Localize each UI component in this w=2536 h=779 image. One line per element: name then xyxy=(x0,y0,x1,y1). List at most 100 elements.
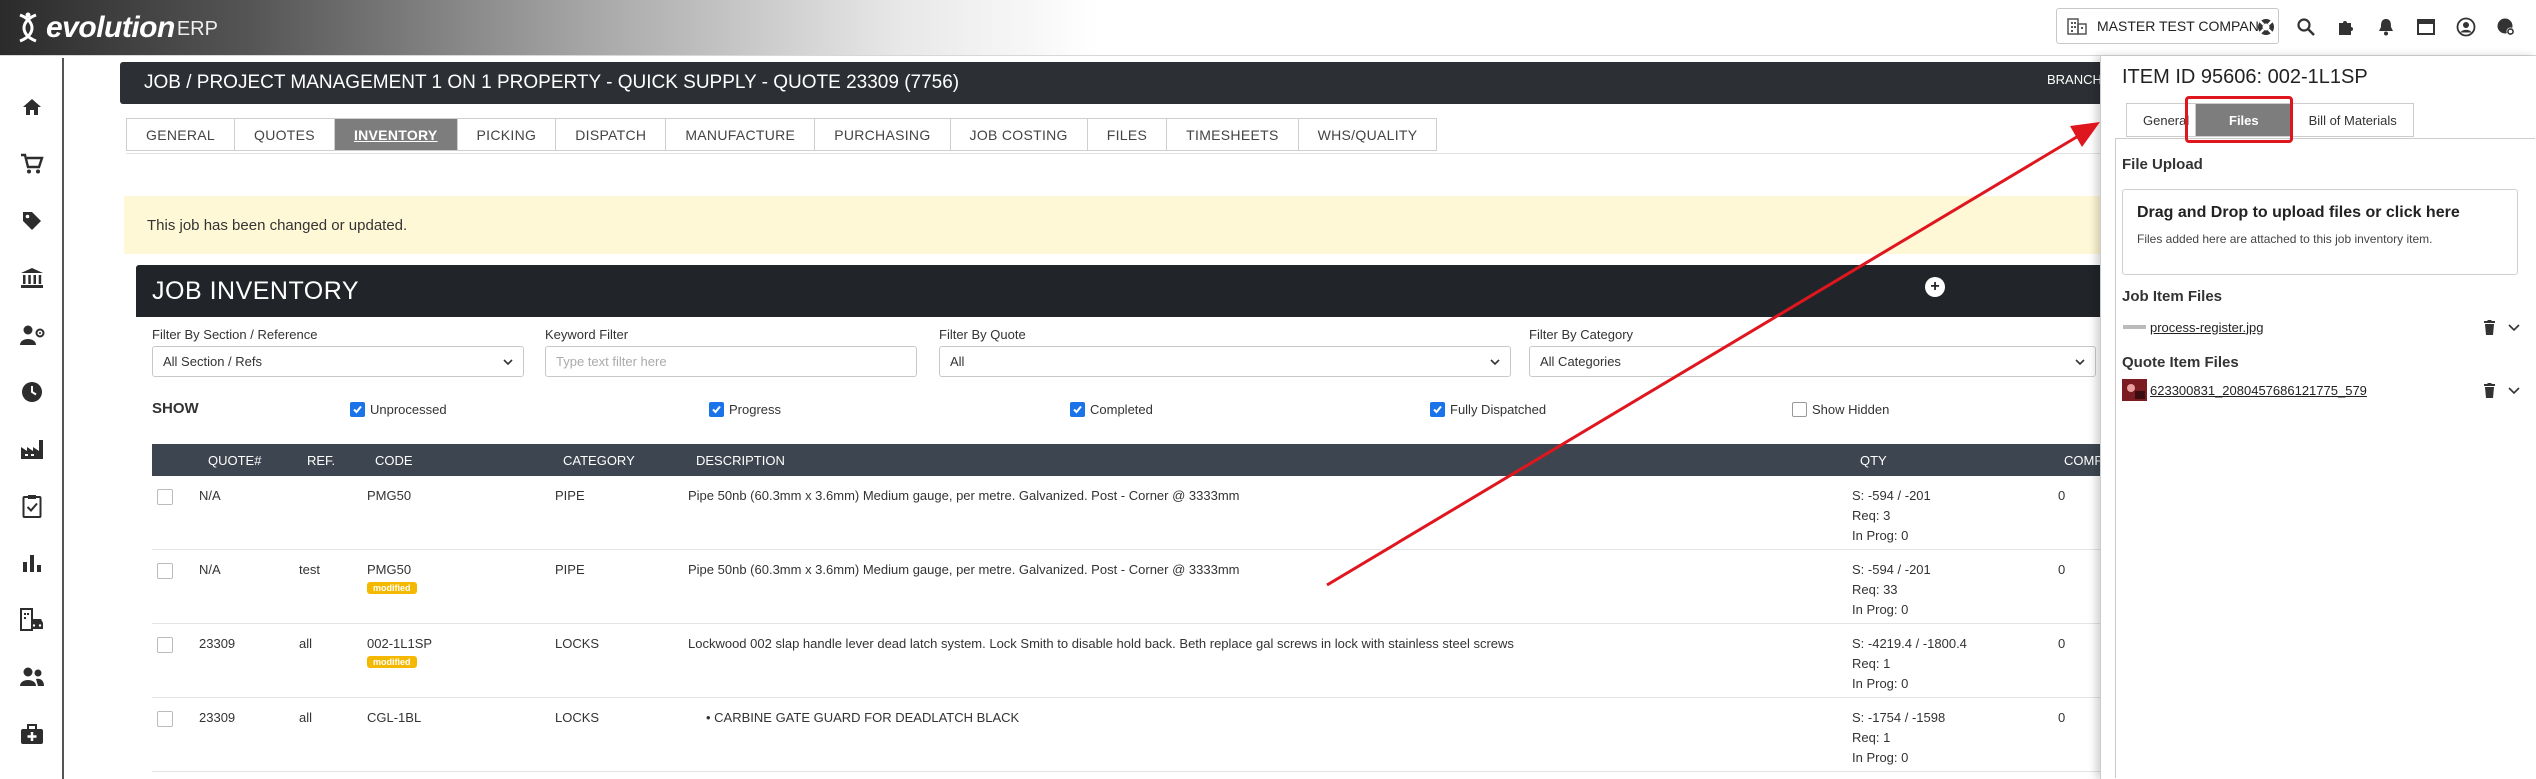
sidebar-item-manufacturing[interactable] xyxy=(0,420,64,477)
col-qty[interactable]: QTY xyxy=(1860,453,1887,468)
filter-quote-select[interactable]: All xyxy=(939,346,1511,377)
bell-icon[interactable] xyxy=(2373,14,2399,40)
trash-icon[interactable] xyxy=(2483,382,2496,398)
row-description: • CARBINE GATE GUARD FOR DEADLATCH BLACK xyxy=(706,710,1020,725)
add-item-button[interactable]: + xyxy=(1925,277,1945,297)
tab-manufacture[interactable]: MANUFACTURE xyxy=(665,118,815,151)
qty-stock: S: -594 / -201 xyxy=(1852,488,1931,503)
window-icon[interactable] xyxy=(2413,14,2439,40)
sidebar-item-pricing[interactable] xyxy=(0,192,64,249)
table-row[interactable]: 23309 all CGL-1BL LOCKS • CARBINE GATE G… xyxy=(152,698,2126,772)
filter-category-select[interactable]: All Categories xyxy=(1529,346,2096,377)
sidebar-item-home[interactable] xyxy=(0,78,64,135)
user-cog-icon xyxy=(20,325,45,345)
sidebar-item-finance[interactable] xyxy=(0,249,64,306)
tab-dispatch[interactable]: DISPATCH xyxy=(555,118,666,151)
search-icon[interactable] xyxy=(2293,14,2319,40)
tab-general[interactable]: GENERAL xyxy=(126,118,235,151)
filter-section-value: All Section / Refs xyxy=(163,354,262,369)
show-unprocessed-checkbox[interactable]: Unprocessed xyxy=(350,402,447,417)
job-file-row[interactable]: process-register.jpg xyxy=(2122,315,2520,339)
filter-quote-value: All xyxy=(950,354,965,369)
puzzle-icon[interactable] xyxy=(2333,14,2359,40)
table-row[interactable]: N/A PMG50 PIPE Pipe 50nb (60.3mm x 3.6mm… xyxy=(152,476,2126,550)
row-quote: N/A xyxy=(199,488,221,503)
chevron-down-icon[interactable] xyxy=(2508,322,2520,332)
row-checkbox[interactable] xyxy=(157,711,173,727)
show-hidden-checkbox[interactable]: Show Hidden xyxy=(1792,402,1889,417)
show-label: SHOW xyxy=(152,400,199,417)
settings-user-icon[interactable] xyxy=(2493,14,2519,40)
col-comp[interactable]: COMP xyxy=(2064,453,2103,468)
row-code-text: 002-1L1SP xyxy=(367,636,433,651)
tab-files[interactable]: FILES xyxy=(1086,118,1167,151)
dna-logo-icon xyxy=(19,12,37,43)
files-tab-highlight-box xyxy=(2185,96,2293,143)
filter-category-label: Filter By Category xyxy=(1529,327,1634,342)
show-hidden-label: Show Hidden xyxy=(1812,402,1890,417)
company-name: MASTER TEST COMPANY xyxy=(2097,18,2269,34)
table-row[interactable]: N/A test PMG50 modified PIPE Pipe 50nb (… xyxy=(152,550,2126,624)
sidebar-item-contacts[interactable] xyxy=(0,648,64,705)
col-quote[interactable]: QUOTE# xyxy=(208,453,261,468)
show-fully-dispatched-checkbox[interactable]: Fully Dispatched xyxy=(1430,402,1546,417)
sidebar-item-reports[interactable] xyxy=(0,534,64,591)
job-file-name[interactable]: process-register.jpg xyxy=(2150,320,2483,335)
tab-quotes[interactable]: QUOTES xyxy=(234,118,334,151)
quote-file-name[interactable]: 623300831_2080457686121775_579 xyxy=(2150,383,2483,398)
checkbox-checked-icon xyxy=(1430,402,1445,417)
trash-icon[interactable] xyxy=(2483,319,2496,335)
panel-tab-bill-of-materials[interactable]: Bill of Materials xyxy=(2291,103,2414,137)
show-completed-checkbox[interactable]: Completed xyxy=(1070,402,1153,417)
col-ref[interactable]: REF. xyxy=(307,453,335,468)
col-code[interactable]: CODE xyxy=(375,453,413,468)
sidebar-item-safety[interactable] xyxy=(0,705,64,762)
filter-quote-label: Filter By Quote xyxy=(939,327,1026,342)
company-selector[interactable]: MASTER TEST COMPANY xyxy=(2056,8,2280,44)
sidebar-item-fleet[interactable] xyxy=(0,591,64,648)
chevron-down-icon[interactable] xyxy=(2508,385,2520,395)
qty-in-prog: In Prog: 0 xyxy=(1852,528,1909,543)
user-icon[interactable] xyxy=(2453,14,2479,40)
table-row[interactable]: 23309 all 002-1L1SP modified LOCKS Lockw… xyxy=(152,624,2126,698)
row-checkbox[interactable] xyxy=(157,563,173,579)
row-code-text: CGL-1BL xyxy=(367,710,422,725)
tab-purchasing[interactable]: PURCHASING xyxy=(814,118,950,151)
sidebar-item-time[interactable] xyxy=(0,363,64,420)
qty-in-prog: In Prog: 0 xyxy=(1852,676,1909,691)
tab-whs-quality[interactable]: WHS/QUALITY xyxy=(1297,118,1438,151)
app-logo[interactable]: evolution ERP xyxy=(14,10,218,46)
filter-keyword-label: Keyword Filter xyxy=(545,327,629,342)
sidebar-item-sales[interactable] xyxy=(0,135,64,192)
quote-item-files-title: Quote Item Files xyxy=(2122,354,2239,371)
upload-subtext: Files added here are attached to this jo… xyxy=(2137,232,2433,246)
qty-req: Req: 33 xyxy=(1852,582,1898,597)
lifebuoy-icon[interactable] xyxy=(2253,14,2279,40)
tab-job-costing[interactable]: JOB COSTING xyxy=(949,118,1087,151)
filter-section-select[interactable]: All Section / Refs xyxy=(152,346,524,377)
quote-file-row[interactable]: 623300831_2080457686121775_579 xyxy=(2122,378,2520,402)
row-checkbox[interactable] xyxy=(157,637,173,653)
bank-icon xyxy=(21,267,43,288)
row-category: PIPE xyxy=(555,488,585,503)
sidebar-item-tasks[interactable] xyxy=(0,477,64,534)
row-description: Lockwood 002 slap handle lever dead latc… xyxy=(688,636,1514,651)
qty-stock: S: -4219.4 / -1800.4 xyxy=(1852,636,1967,651)
row-description: Pipe 50nb (60.3mm x 3.6mm) Medium gauge,… xyxy=(688,488,1240,503)
keyword-filter-input[interactable]: Type text filter here xyxy=(545,346,917,377)
job-title: JOB / PROJECT MANAGEMENT 1 ON 1 PROPERTY… xyxy=(144,72,960,93)
row-category: LOCKS xyxy=(555,710,600,725)
tab-timesheets[interactable]: TIMESHEETS xyxy=(1166,118,1298,151)
col-description[interactable]: DESCRIPTION xyxy=(696,453,785,468)
row-checkbox[interactable] xyxy=(157,489,173,505)
col-category[interactable]: CATEGORY xyxy=(563,453,635,468)
qty-stock: S: -594 / -201 xyxy=(1852,562,1931,577)
job-inventory-header: JOB INVENTORY xyxy=(136,265,2126,317)
file-upload-dropzone[interactable]: Drag and Drop to upload files or click h… xyxy=(2122,189,2518,275)
row-code: PMG50 xyxy=(367,488,411,503)
tab-inventory[interactable]: INVENTORY xyxy=(333,118,457,151)
sidebar-item-hr[interactable] xyxy=(0,306,64,363)
row-code-text: PMG50 xyxy=(367,562,412,577)
show-progress-checkbox[interactable]: Progress xyxy=(709,402,781,417)
tab-picking[interactable]: PICKING xyxy=(456,118,556,151)
